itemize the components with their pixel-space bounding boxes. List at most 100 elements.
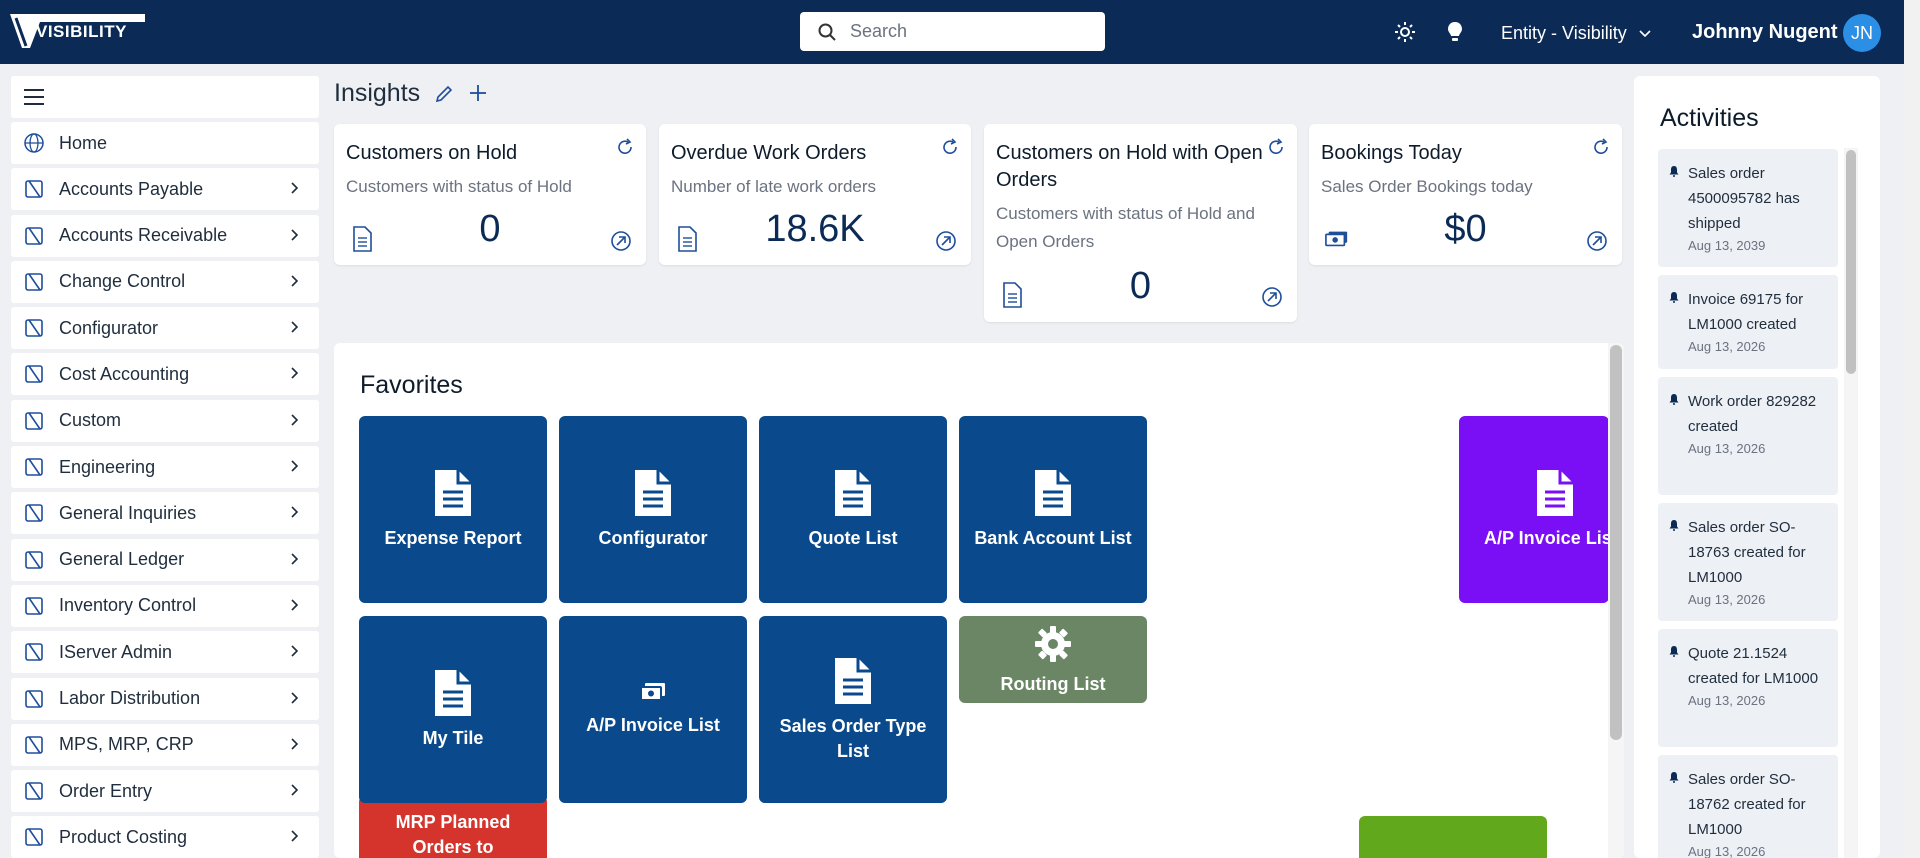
refresh-icon[interactable] <box>616 138 634 156</box>
insight-card-value: 0 <box>1129 265 1152 307</box>
bell-icon <box>1669 520 1679 531</box>
sidebar-item-inventory-control[interactable]: Inventory Control <box>11 584 319 627</box>
plus-icon[interactable] <box>468 83 488 103</box>
open-link-icon[interactable] <box>1586 230 1608 252</box>
chevron-right-icon <box>291 414 299 426</box>
activity-text: Invoice 69175 for LM1000 created <box>1688 291 1804 333</box>
chevron-right-icon <box>291 784 299 796</box>
sidebar-item-label: IServer Admin <box>59 641 173 662</box>
sidebar-item-order-entry[interactable]: Order Entry <box>11 770 319 813</box>
insight-card[interactable]: Overdue Work Orders Number of late work o… <box>659 124 971 265</box>
module-icon <box>25 411 43 430</box>
module-icon <box>25 782 43 800</box>
favorite-tile-mrp-planned-orders-to-purchase-orders[interactable]: MRP Planned Orders to Purchase Orders <box>359 796 547 858</box>
sidebar: Home Accounts Payable Accounts Receivable C… <box>11 76 319 858</box>
insight-card-value: 0 <box>479 208 501 250</box>
open-link-icon[interactable] <box>610 230 632 252</box>
favorite-tile-routing-list[interactable]: Routing List <box>959 616 1147 703</box>
sidebar-item-accounts-payable[interactable]: Accounts Payable <box>11 168 319 211</box>
insight-card[interactable]: Customers on Hold with Open Orders Custom… <box>984 124 1297 322</box>
favorite-tile-sales-order-type-list[interactable]: Sales Order Type List <box>759 616 947 803</box>
top-bar: VISIBILITY Entity - Visibility Johnny Nu… <box>0 0 1904 64</box>
module-icon <box>25 597 43 615</box>
sidebar-item-iserver-admin[interactable]: IServer Admin <box>11 631 319 674</box>
activity-date: Aug 13, 2026 <box>1688 693 1766 708</box>
entity-selector[interactable]: Entity - Visibility <box>1501 23 1651 44</box>
bell-icon <box>1669 292 1679 303</box>
sidebar-item-mps-mrp-crp[interactable]: MPS, MRP, CRP <box>11 723 319 766</box>
lightbulb-icon[interactable] <box>1443 20 1467 44</box>
document-icon <box>1035 470 1071 516</box>
refresh-icon[interactable] <box>1592 138 1610 156</box>
favorite-tile-a-p-invoice-list[interactable]: A/P Invoice List <box>559 616 747 803</box>
activity-date: Aug 13, 2026 <box>1688 339 1766 354</box>
pencil-icon[interactable] <box>434 84 454 104</box>
module-icon <box>25 273 43 291</box>
module-icon <box>25 736 43 754</box>
favorite-tile-my-tile[interactable]: My Tile <box>359 616 547 803</box>
document-icon <box>353 226 372 252</box>
chevron-right-icon <box>291 275 299 287</box>
document-icon <box>835 657 871 704</box>
favorite-tile-a-p-invoice-list[interactable]: A/P Invoice List <box>1459 416 1618 603</box>
chevron-right-icon <box>291 182 299 194</box>
sidebar-item-home[interactable]: Home <box>11 122 319 164</box>
activity-item[interactable]: Work order 829282 created Aug 13, 2026 <box>1658 377 1838 495</box>
favorite-tile-label: Bank Account List <box>974 528 1132 548</box>
activity-text: Work order 829282 created <box>1688 393 1817 435</box>
sidebar-item-label: General Inquiries <box>59 502 197 523</box>
sidebar-item-engineering[interactable]: Engineering <box>11 446 319 489</box>
favorites-title: Favorites <box>360 371 463 399</box>
sun-icon[interactable] <box>1393 20 1417 44</box>
insight-card[interactable]: Customers on Hold Customers with status o… <box>334 124 646 265</box>
open-link-icon[interactable] <box>1261 286 1283 308</box>
favorites-scroll-thumb[interactable] <box>1610 345 1622 740</box>
refresh-icon[interactable] <box>941 138 959 156</box>
globe-icon <box>24 133 44 153</box>
insight-card-value: 18.6K <box>765 208 865 250</box>
bell-icon <box>1669 166 1679 177</box>
chevron-right-icon <box>291 830 299 843</box>
activities-scroll-thumb[interactable] <box>1846 150 1856 374</box>
user-name[interactable]: Johnny Nugent <box>1692 21 1838 44</box>
favorite-tile-expense-report[interactable]: Expense Report <box>359 416 547 603</box>
activity-date: Aug 13, 2039 <box>1688 238 1766 253</box>
page-scrollbar[interactable] <box>1904 0 1920 858</box>
search-input[interactable] <box>850 21 1090 42</box>
document-icon <box>1003 282 1022 308</box>
sidebar-item-change-control[interactable]: Change Control <box>11 260 319 303</box>
insight-card[interactable]: Bookings Today Sales Order Bookings today… <box>1309 124 1622 265</box>
avatar[interactable]: JN <box>1843 14 1881 52</box>
sidebar-item-product-costing[interactable]: Product Costing <box>11 816 319 858</box>
activity-item[interactable]: Sales order 4500095782 has shipped Aug 13… <box>1658 149 1838 267</box>
activities-panel: Activities Sales order 4500095782 has sh… <box>1634 76 1880 858</box>
menu-toggle[interactable] <box>11 76 319 118</box>
favorite-tile-label: Expense Report <box>384 528 522 548</box>
sidebar-item-label: Configurator <box>59 317 159 338</box>
refresh-icon[interactable] <box>1267 138 1285 156</box>
favorite-tile-bank-account-list[interactable]: Bank Account List <box>959 416 1147 603</box>
search-box[interactable] <box>800 12 1105 51</box>
activity-item[interactable]: Sales order SO-18762 created for LM1000 A… <box>1658 755 1838 858</box>
favorite-tile-configurator[interactable]: Configurator <box>559 416 747 603</box>
sidebar-item-accounts-receivable[interactable]: Accounts Receivable <box>11 214 319 257</box>
bell-icon <box>1669 646 1679 657</box>
sidebar-item-labor-distribution[interactable]: Labor Distribution <box>11 677 319 720</box>
sidebar-item-general-inquiries[interactable]: General Inquiries <box>11 492 319 535</box>
chevron-right-icon <box>291 645 299 657</box>
chevron-right-icon <box>291 367 299 380</box>
sidebar-item-configurator[interactable]: Configurator <box>11 307 319 350</box>
sidebar-item-custom[interactable]: Custom <box>11 399 319 442</box>
activity-item[interactable]: Invoice 69175 for LM1000 created Aug 13, … <box>1658 275 1838 369</box>
favorite-tile-blank[interactable] <box>1359 816 1547 858</box>
sidebar-item-cost-accounting[interactable]: Cost Accounting <box>11 353 319 396</box>
open-link-icon[interactable] <box>935 230 957 252</box>
module-icon <box>25 319 43 337</box>
favorite-tile-quote-list[interactable]: Quote List <box>759 416 947 603</box>
sidebar-item-general-ledger[interactable]: General Ledger <box>11 538 319 581</box>
chevron-right-icon <box>291 229 299 241</box>
activity-item[interactable]: Quote 21.1524 created for LM1000 Aug 13, … <box>1658 629 1838 747</box>
module-icon <box>25 828 43 847</box>
activity-item[interactable]: Sales order SO-18763 created for LM1000 A… <box>1658 503 1838 621</box>
sidebar-item-label: Custom <box>59 410 122 431</box>
